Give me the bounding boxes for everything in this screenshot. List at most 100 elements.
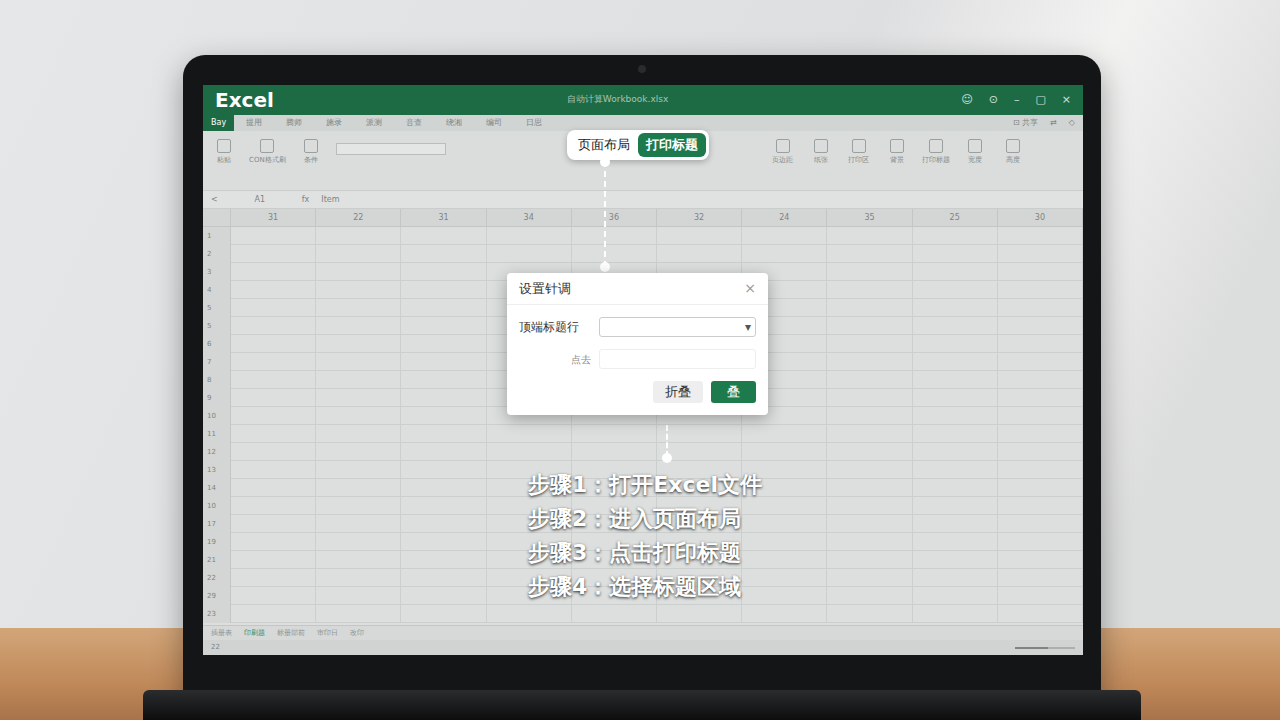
row-header[interactable]: 3 [203,263,231,281]
page-layout-label[interactable]: 页面布局 [570,133,638,157]
window-button[interactable]: ▢ [1035,92,1045,109]
grid-cell[interactable] [401,281,486,299]
grid-cell[interactable] [913,227,998,245]
font-combobox[interactable] [336,143,446,155]
grid-cell[interactable] [742,605,827,623]
grid-cell[interactable] [998,371,1083,389]
grid-cell[interactable] [231,479,316,497]
sheet-tab[interactable]: 插册表 [211,628,232,639]
grid-cell[interactable] [998,389,1083,407]
grid-cell[interactable] [316,299,401,317]
grid-cell[interactable] [231,425,316,443]
grid-cell[interactable] [913,407,998,425]
grid-cell[interactable] [316,497,401,515]
grid-cell[interactable] [401,227,486,245]
ribbon-tab[interactable]: 音查 [394,117,434,129]
sheet-tab[interactable]: 标册部前 [277,628,305,639]
grid-cell[interactable] [231,515,316,533]
grid-cell[interactable] [316,569,401,587]
ribbon-button[interactable]: 背景 [884,139,910,166]
grid-cell[interactable] [742,425,827,443]
grid-cell[interactable] [998,569,1083,587]
name-box[interactable]: A1 [230,194,290,206]
grid-cell[interactable] [827,227,912,245]
ribbon-button[interactable]: 纸张 [808,139,834,166]
grid-cell[interactable] [487,227,572,245]
grid-cell[interactable] [401,551,486,569]
grid-cell[interactable] [827,569,912,587]
sheet-tab[interactable]: 审印日 [317,628,338,639]
grid-cell[interactable] [998,245,1083,263]
ribbon-tab[interactable]: 派测 [354,117,394,129]
grid-cell[interactable] [742,569,827,587]
row-header[interactable]: 10 [203,407,231,425]
grid-cell[interactable] [487,605,572,623]
grid-cell[interactable] [316,335,401,353]
zoom-slider[interactable] [1015,647,1075,649]
grid-cell[interactable] [998,299,1083,317]
row-header[interactable]: 5 [203,317,231,335]
grid-cell[interactable] [913,425,998,443]
grid-cell[interactable] [316,515,401,533]
grid-cell[interactable] [742,245,827,263]
grid-cell[interactable] [487,425,572,443]
grid-cell[interactable] [657,605,742,623]
grid-cell[interactable] [998,425,1083,443]
grid-cell[interactable] [231,371,316,389]
ribbon-button[interactable]: 打印区 [846,139,872,166]
grid-cell[interactable] [316,443,401,461]
grid-cell[interactable] [316,407,401,425]
grid-cell[interactable] [742,551,827,569]
window-button[interactable]: – [1014,92,1020,109]
grid-cell[interactable] [231,407,316,425]
grid-cell[interactable] [742,227,827,245]
grid-cell[interactable] [231,569,316,587]
collapse-button[interactable]: 折叠 [653,381,703,403]
grid-cell[interactable] [231,335,316,353]
grid-cell[interactable] [401,479,486,497]
row-header[interactable]: 14 [203,479,231,497]
grid-cell[interactable] [742,515,827,533]
grid-cell[interactable] [401,317,486,335]
ribbon-tab[interactable]: 施录 [314,117,354,129]
grid-cell[interactable] [231,227,316,245]
grid-cell[interactable] [913,353,998,371]
grid-cell[interactable] [827,533,912,551]
grid-cell[interactable] [657,245,742,263]
grid-cell[interactable] [913,605,998,623]
grid-cell[interactable] [913,371,998,389]
grid-cell[interactable] [998,605,1083,623]
grid-cell[interactable] [316,281,401,299]
grid-cell[interactable] [316,479,401,497]
window-button[interactable]: ☺ [961,92,972,109]
grid-cell[interactable] [827,335,912,353]
grid-cell[interactable] [742,533,827,551]
grid-cell[interactable] [231,299,316,317]
row-header[interactable]: 7 [203,353,231,371]
grid-cell[interactable] [231,551,316,569]
grid-cell[interactable] [401,245,486,263]
grid-cell[interactable] [742,587,827,605]
row-header[interactable]: 22 [203,569,231,587]
ribbon-right-item[interactable]: ⊡ 共享 [1013,117,1038,129]
grid-cell[interactable] [827,551,912,569]
ribbon-tab[interactable]: 提用 [234,117,274,129]
grid-cell[interactable] [998,479,1083,497]
grid-cell[interactable] [316,263,401,281]
grid-cell[interactable] [316,227,401,245]
grid-cell[interactable] [827,263,912,281]
row-header[interactable]: 19 [203,533,231,551]
row-header[interactable]: 10 [203,497,231,515]
grid-cell[interactable] [401,587,486,605]
sheet-tab[interactable]: 印刷题 [244,628,265,639]
grid-cell[interactable] [401,605,486,623]
column-header[interactable]: 34 [487,209,572,227]
grid-cell[interactable] [998,335,1083,353]
title-rows-select[interactable]: ▾ [599,317,756,337]
row-header[interactable]: 23 [203,605,231,623]
grid-cell[interactable] [401,443,486,461]
grid-cell[interactable] [401,353,486,371]
grid-cell[interactable] [827,371,912,389]
grid-cell[interactable] [401,263,486,281]
grid-cell[interactable] [401,335,486,353]
